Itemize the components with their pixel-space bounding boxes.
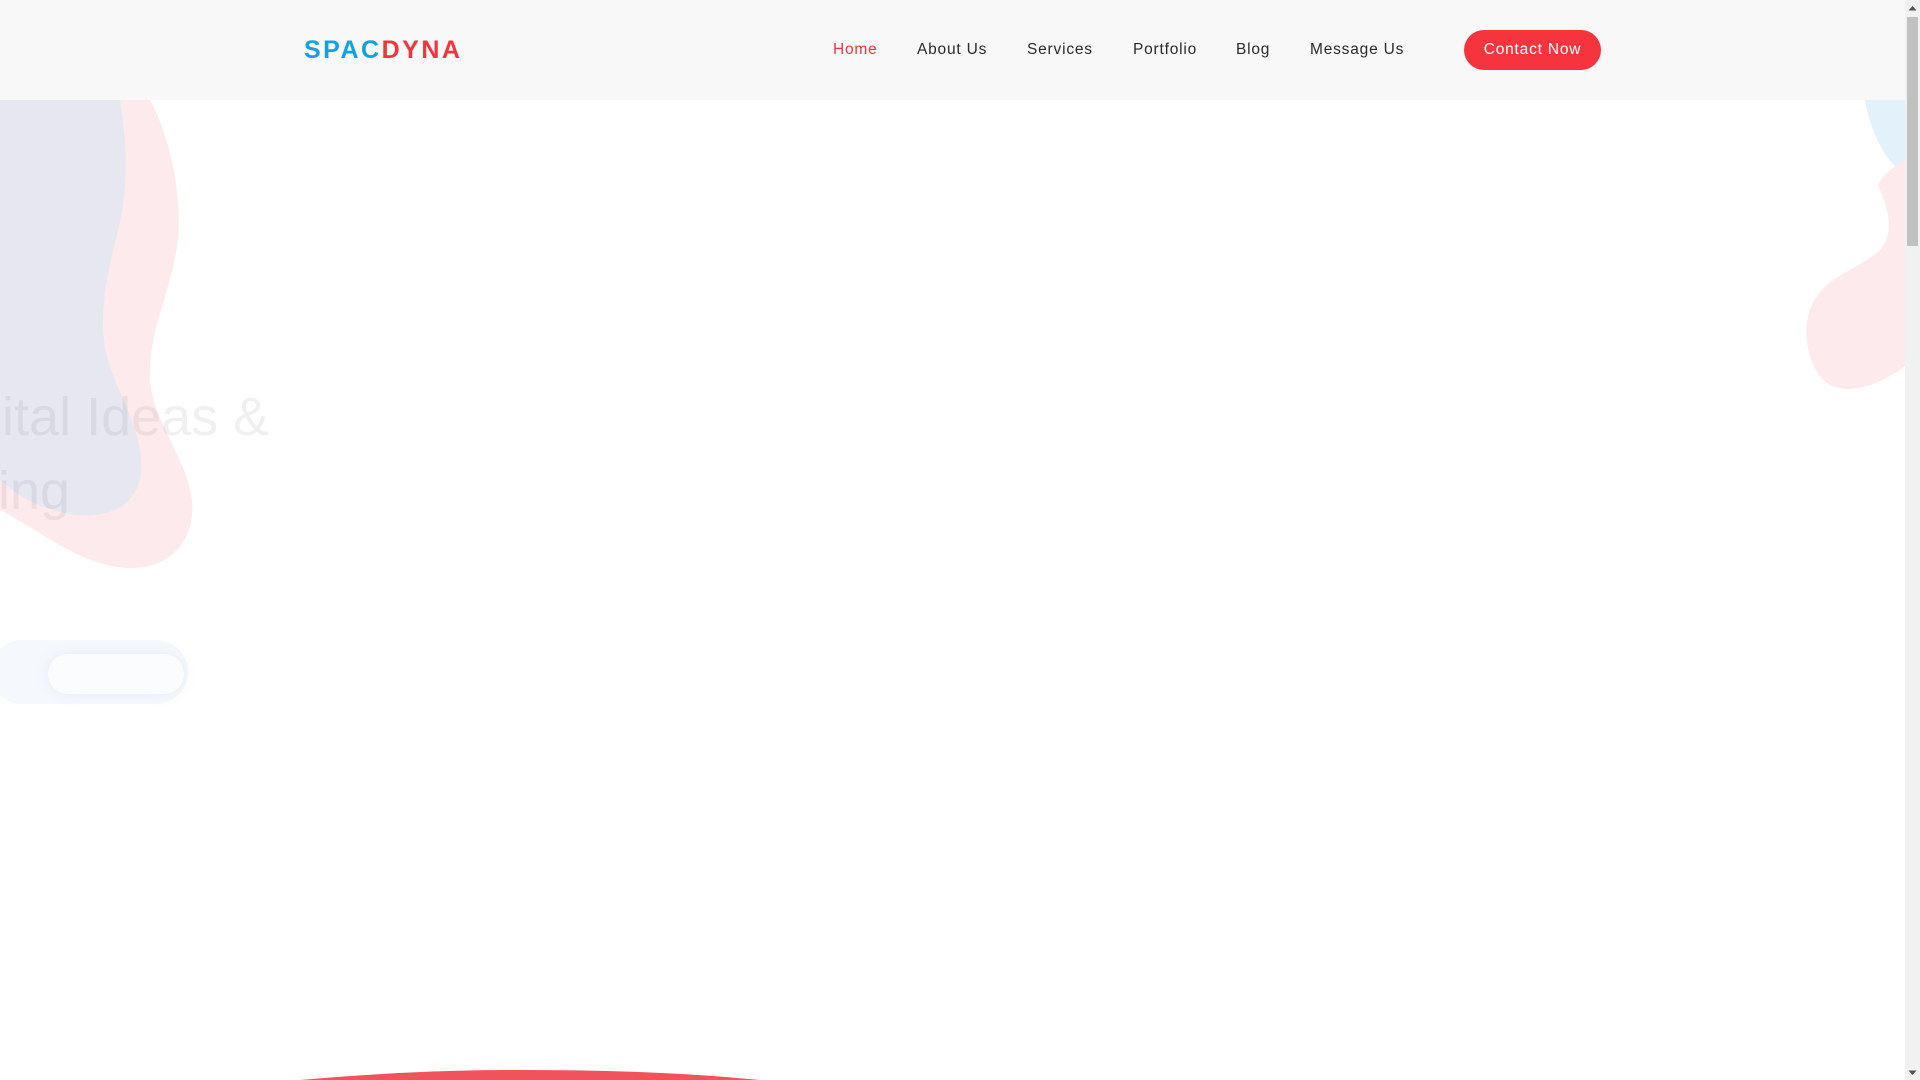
left-gray-blob <box>0 100 142 516</box>
scroll-down-arrow-icon[interactable] <box>1905 1065 1920 1080</box>
left-pink-blob <box>0 100 193 569</box>
vertical-scrollbar[interactable] <box>1905 0 1920 1080</box>
hero-title-line-2: ing <box>0 461 71 521</box>
nav-about-us[interactable]: About Us <box>917 38 987 62</box>
nav-home[interactable]: Home <box>833 38 878 62</box>
logo-part-1: SPAC <box>304 36 382 64</box>
bottom-red-arc <box>300 1070 760 1080</box>
hero-cta-button[interactable] <box>48 654 184 694</box>
brand-logo[interactable]: SPACDYNA <box>304 36 462 64</box>
hero-title-line-1: gital Ideas & <box>0 387 270 447</box>
right-pink-blob <box>1806 160 1905 389</box>
scrollbar-thumb[interactable] <box>1907 17 1918 246</box>
decorative-blobs <box>0 100 1905 569</box>
nav-services[interactable]: Services <box>1027 38 1093 62</box>
scroll-up-arrow-icon[interactable] <box>1905 0 1920 15</box>
right-blue-blob <box>1865 100 1905 175</box>
hero-section: gital Ideas & ing <box>0 0 1905 1080</box>
logo-part-2: DYNA <box>381 36 463 64</box>
nav-message-us[interactable]: Message Us <box>1310 38 1404 62</box>
contact-now-button[interactable]: Contact Now <box>1464 30 1601 70</box>
nav-blog[interactable]: Blog <box>1236 38 1270 62</box>
site-header: SPACDYNA Home About Us Services Portfoli… <box>0 0 1905 100</box>
nav-portfolio[interactable]: Portfolio <box>1133 38 1197 62</box>
page: gital Ideas & ing SPACDYNA Home About Us… <box>0 0 1905 1080</box>
